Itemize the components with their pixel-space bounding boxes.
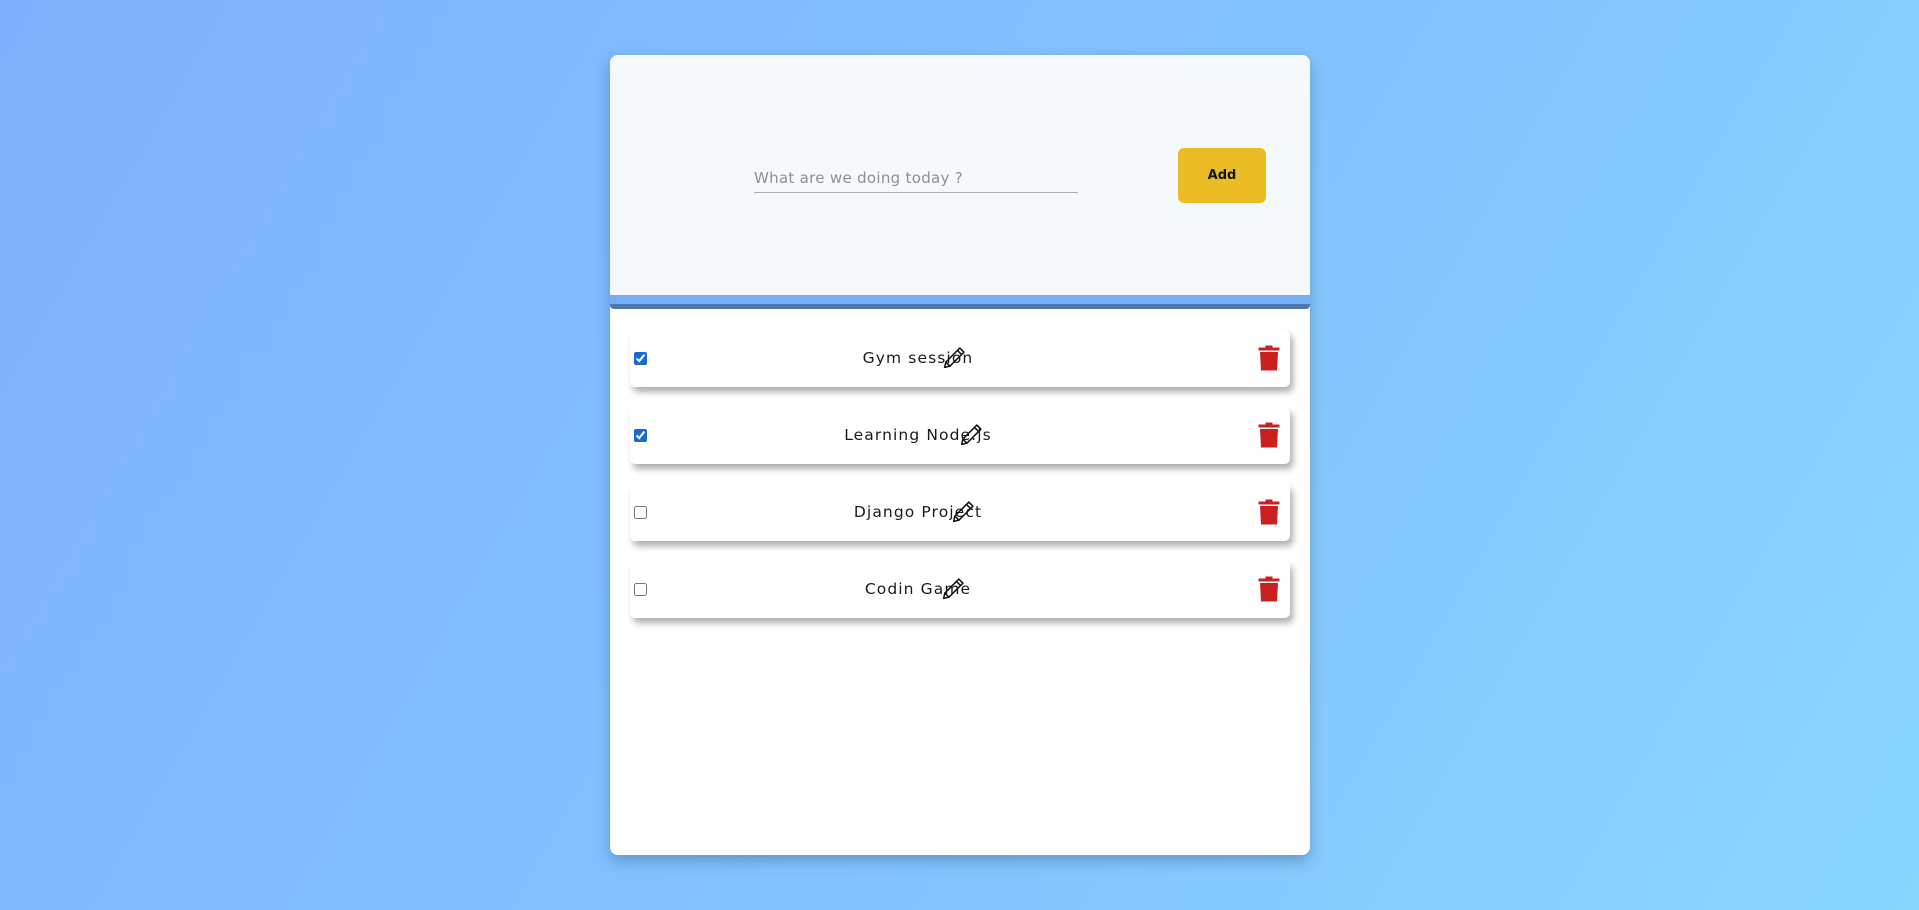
task-input[interactable]: [754, 163, 1078, 193]
task-item: Gym session: [630, 330, 1290, 387]
trash-icon[interactable]: [1258, 499, 1280, 525]
trash-icon[interactable]: [1258, 576, 1280, 602]
pencil-icon[interactable]: [939, 575, 967, 603]
todo-card: Add Gym session Learning Node.js: [610, 55, 1310, 855]
task-label: Django Project: [853, 503, 983, 521]
pencil-icon[interactable]: [940, 344, 968, 372]
add-button[interactable]: Add: [1178, 148, 1266, 203]
trash-icon[interactable]: [1258, 422, 1280, 448]
pencil-icon[interactable]: [949, 498, 977, 526]
header-divider: [610, 295, 1310, 309]
task-label: Gym session: [862, 349, 974, 367]
task-label: Learning Node.js: [844, 426, 992, 444]
task-item: Django Project: [630, 484, 1290, 541]
task-item: Learning Node.js: [630, 407, 1290, 464]
pencil-icon[interactable]: [957, 421, 985, 449]
task-label: Codin Game: [864, 580, 972, 598]
todo-header: Add: [610, 55, 1310, 295]
trash-icon[interactable]: [1258, 345, 1280, 371]
task-item: Codin Game: [630, 561, 1290, 618]
task-list: Gym session Learning Node.js Django Proj…: [630, 330, 1290, 638]
